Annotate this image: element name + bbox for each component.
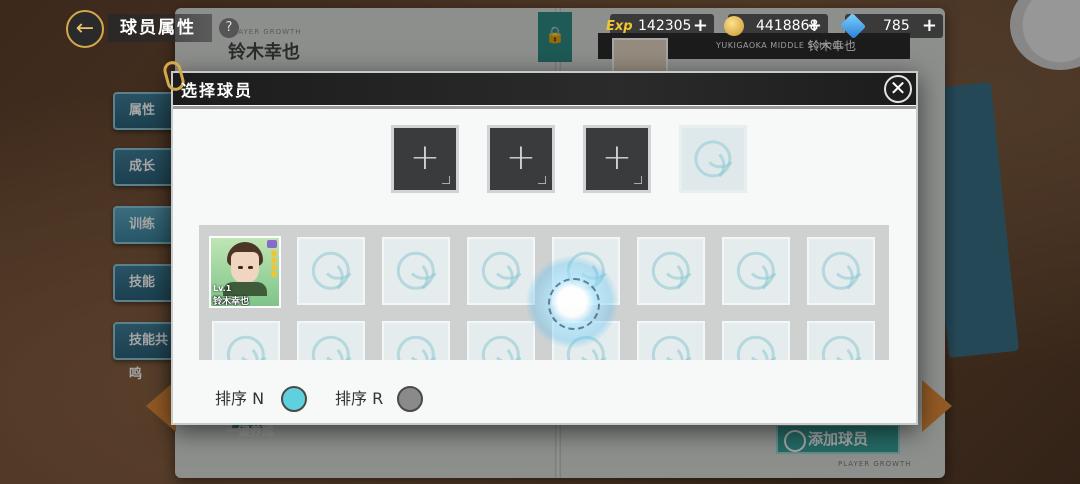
exp-icon: Exp	[606, 19, 633, 34]
sort-n-toggle[interactable]: 排序 N	[215, 385, 315, 413]
sort-r-indicator-icon[interactable]	[397, 386, 423, 412]
volleyball-placeholder-icon	[821, 251, 867, 296]
empty-player-slot	[807, 237, 875, 305]
gem-value: 785	[883, 18, 910, 34]
coin-resource: 4418868 +	[724, 14, 828, 38]
select-player-modal: 选择球员 ✕ + + + Lv.1 铃木幸也 排序 N 排序 R	[161, 59, 918, 425]
empty-player-slot	[382, 237, 450, 305]
volleyball-placeholder-icon	[481, 335, 521, 360]
player-card[interactable]: Lv.1 铃木幸也	[209, 236, 281, 308]
sort-r-label: 排序 R	[335, 389, 384, 408]
empty-player-slot	[382, 321, 450, 360]
modal-header: 选择球员 ✕	[161, 59, 916, 109]
star-icon	[271, 264, 277, 270]
empty-player-slot	[212, 321, 280, 360]
sort-n-label: 排序 N	[215, 389, 265, 408]
volleyball-placeholder-icon	[226, 335, 266, 360]
sort-n-indicator-icon[interactable]	[281, 386, 307, 412]
exp-value: 142305	[638, 18, 692, 34]
volleyball-placeholder-icon	[736, 251, 782, 296]
selection-slot-3[interactable]: +	[583, 125, 651, 193]
rank-badge-icon	[267, 240, 277, 248]
empty-player-slot	[467, 237, 535, 305]
volleyball-placeholder-icon	[651, 251, 697, 296]
coin-icon	[724, 16, 744, 36]
volleyball-placeholder-icon	[736, 335, 776, 360]
empty-player-slot	[807, 321, 875, 360]
page-title: 球员属性	[108, 14, 212, 42]
player-name: 铃木幸也	[213, 297, 250, 307]
gem-icon	[839, 12, 867, 40]
volleyball-placeholder-icon	[821, 335, 861, 360]
empty-player-slot	[297, 237, 365, 305]
star-icon	[271, 257, 277, 263]
volleyball-placeholder-icon	[694, 140, 738, 183]
volleyball-placeholder-icon	[396, 251, 442, 296]
star-icon	[271, 271, 277, 277]
selection-slot-2[interactable]: +	[487, 125, 555, 193]
exp-resource: Exp 142305 +	[606, 14, 714, 38]
volleyball-placeholder-icon	[396, 335, 436, 360]
volleyball-placeholder-icon	[311, 335, 351, 360]
empty-player-slot	[637, 237, 705, 305]
selection-slot-1[interactable]: +	[391, 125, 459, 193]
empty-player-slot	[467, 321, 535, 360]
empty-player-slot	[297, 321, 365, 360]
top-bar: ← 球员属性 ? Exp 142305 + 4418868 + 785 +	[0, 0, 1080, 52]
sort-r-toggle[interactable]: 排序 R	[335, 385, 435, 413]
selection-slot-4-locked	[679, 125, 747, 193]
empty-player-slot	[637, 321, 705, 360]
volleyball-placeholder-icon	[481, 251, 527, 296]
exp-add-button[interactable]: +	[693, 14, 708, 38]
modal-title: 选择球员	[181, 81, 254, 100]
star-rating	[271, 250, 277, 278]
volleyball-placeholder-icon	[651, 335, 691, 360]
close-icon[interactable]: ✕	[884, 75, 912, 103]
gem-resource: 785 +	[839, 12, 943, 40]
player-level: Lv.1	[213, 284, 232, 293]
gem-add-button[interactable]: +	[922, 14, 937, 38]
coin-add-button[interactable]: +	[807, 14, 822, 38]
back-arrow-icon[interactable]: ←	[66, 10, 104, 48]
help-icon[interactable]: ?	[219, 18, 239, 38]
empty-player-slot	[722, 321, 790, 360]
empty-player-slot	[722, 237, 790, 305]
star-icon	[271, 250, 277, 256]
loading-spinner-icon	[526, 256, 618, 348]
volleyball-placeholder-icon	[311, 251, 357, 296]
